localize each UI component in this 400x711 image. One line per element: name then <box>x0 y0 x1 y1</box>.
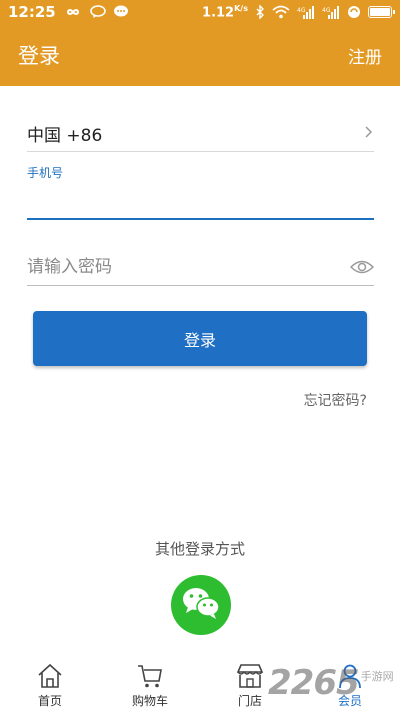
bluetooth-icon <box>255 4 265 19</box>
page-title: 登录 <box>18 44 60 68</box>
home-icon <box>36 661 64 691</box>
signal-1-text: 4G <box>297 7 306 14</box>
wechat-login-button[interactable] <box>171 575 231 635</box>
tab-member[interactable]: 会员 <box>300 660 400 711</box>
tab-home[interactable]: 首页 <box>0 660 100 711</box>
password-field <box>27 248 374 286</box>
battery-level <box>370 7 390 16</box>
tab-member-label: 会员 <box>337 694 362 708</box>
battery-icon <box>368 5 395 18</box>
status-left: 12:25 <box>8 3 129 21</box>
signal-2-text: 4G <box>322 7 331 14</box>
phone-label: 手机号 <box>27 166 64 180</box>
country-code-selector[interactable]: 中国 +86 <box>27 116 374 152</box>
tab-home-label: 首页 <box>37 694 62 708</box>
password-input[interactable] <box>27 249 327 284</box>
wifi-icon <box>272 5 290 19</box>
tab-cart[interactable]: 购物车 <box>100 660 200 711</box>
bottom-tab-bar: 首页 购物车 门店 会员 <box>0 660 400 711</box>
wechat-icon <box>180 585 222 625</box>
tab-store-label: 门店 <box>237 694 262 708</box>
chevron-right-icon <box>364 124 374 143</box>
register-button[interactable]: 注册 <box>348 43 382 68</box>
chat-bubble-icon <box>89 5 106 19</box>
message-icon <box>113 5 129 19</box>
status-bar: 12:25 1.12K/s 4G 4G <box>0 0 400 24</box>
app-bar: 登录 注册 <box>0 24 400 86</box>
cart-icon <box>136 661 164 691</box>
eye-icon[interactable] <box>350 259 374 275</box>
signal-icon-2: 4G <box>322 5 340 19</box>
phone-input[interactable] <box>27 186 374 220</box>
other-login-label: 其他登录方式 <box>154 540 245 558</box>
status-right: 1.12K/s 4G 4G <box>202 3 395 21</box>
signal-icon-1: 4G <box>297 5 315 19</box>
store-icon <box>235 661 265 691</box>
tab-store[interactable]: 门店 <box>200 660 300 711</box>
login-button[interactable]: 登录 <box>33 311 367 366</box>
network-speed: 1.12K/s <box>202 3 248 21</box>
country-code-value: 中国 +86 <box>27 126 103 146</box>
forgot-password-link[interactable]: 忘记密码? <box>304 390 367 410</box>
tab-cart-label: 购物车 <box>131 694 168 708</box>
infinity-icon <box>63 6 83 18</box>
sync-icon <box>347 5 361 19</box>
status-time: 12:25 <box>8 3 56 21</box>
member-icon <box>336 661 364 691</box>
network-speed-unit: K/s <box>234 3 248 13</box>
